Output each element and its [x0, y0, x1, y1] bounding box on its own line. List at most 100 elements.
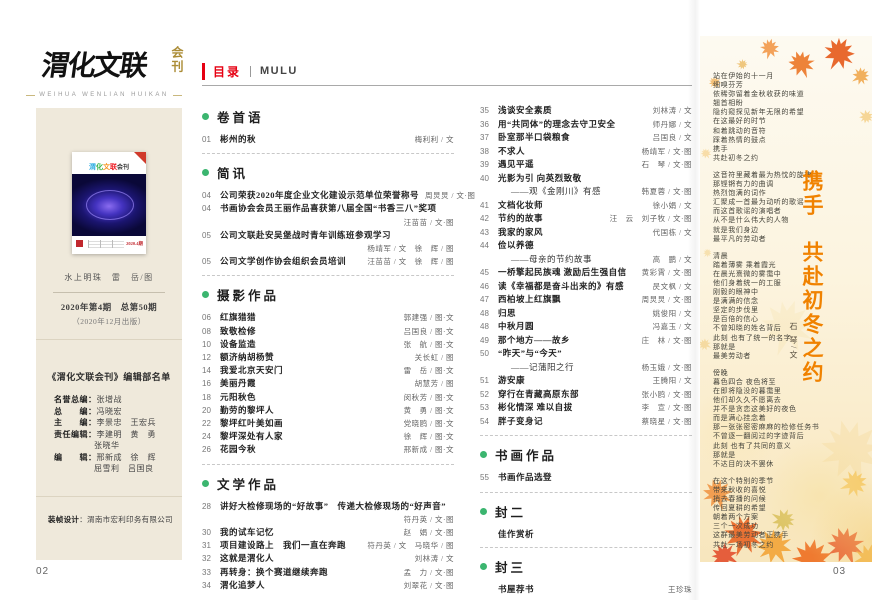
toc-entry: 45一桥擎起民族魂 激励后生强自信黄彩霄 / 文·图 [480, 266, 692, 280]
toc-entry: 20勤劳的黎坪人黄 勇 / 图·文 [202, 404, 454, 417]
entry-author: 赵 娟 / 文·图 [398, 526, 454, 539]
entry-number: 48 [480, 308, 498, 321]
entry-title: 中秋月圆 [498, 320, 534, 333]
poem-line: 朝着两个方案 [713, 513, 819, 522]
entry-number: 38 [480, 146, 498, 159]
toc-entry: 26花园今秋邢新成 / 图·文 [202, 443, 454, 456]
entry-number: 24 [202, 430, 220, 443]
entry-title: 游安康 [498, 374, 525, 387]
entry-title: 书画作品选登 [498, 471, 552, 484]
entry-title: 书画协会会员王丽作品喜获第八届全国“书香三八”奖项 [220, 202, 437, 215]
entry-number: 39 [480, 159, 498, 172]
divider [36, 496, 182, 497]
entry-author: 符丹英 / 文·图 [398, 513, 454, 526]
poem-line: 踩着热情的鼓点 [713, 136, 819, 145]
entry-author: 王腾阳 / 文 [647, 375, 692, 388]
section-title: 封三 [495, 557, 526, 576]
maple-leaf-icon [700, 246, 714, 260]
poem-line: 和着跳动的音符 [713, 127, 819, 136]
cover-photo-glow [86, 190, 134, 220]
entry-author: 韩夏蓉 / 文·图 [636, 186, 692, 199]
poem-line: 带来秋收的喜悦 [713, 486, 819, 495]
poem-stanza: 站在伊始的十一月细嗅芬芳依稀弥留着金秋收获的味道翘首相盼隐约窥探见新年无限的希望… [713, 72, 819, 163]
entry-title: 光影为引 向英烈致敬 [498, 172, 582, 185]
toc-entry: 10设备监造张 航 / 图·文 [202, 338, 454, 351]
editorial-row: 名誉总编：张增战 [36, 394, 182, 406]
toc-title-cn: 目录 [202, 63, 241, 80]
entry-number: 53 [480, 402, 498, 415]
entry-number: 08 [202, 325, 220, 338]
entry-title: 节约的故事 [498, 212, 543, 225]
entry-number: 51 [480, 375, 498, 388]
entry-number: 04 [202, 189, 220, 202]
toc-entry: 38不求人杨靖军 / 文·图 [480, 145, 692, 159]
entry-number: 47 [480, 294, 498, 307]
editorial-role-label: 主 编： [54, 418, 97, 427]
entry-author: 冯嘉玉 / 文 [647, 321, 692, 334]
toc-left-column: 卷首语01彬州的秋梅利利 / 文简讯04公司荣获2020年度企业文化建设示范单位… [202, 104, 454, 600]
entry-number: 37 [480, 132, 498, 145]
section-title: 摄影作品 [217, 285, 279, 304]
poem-line: 不曾逐一翻阅过的字迹背后 [713, 432, 819, 441]
logo-main-text: 渭化文联 [39, 44, 149, 84]
toc-columns: 卷首语01彬州的秋梅利利 / 文简讯04公司荣获2020年度企业文化建设示范单位… [202, 104, 692, 600]
cover-caption-title: 水上明珠 [64, 273, 102, 282]
toc-entry: 34渭化追梦人刘翠花 / 文·图 [202, 579, 454, 592]
poem-line: 传回夏耕的希望 [713, 504, 819, 513]
section-title: 文学作品 [217, 474, 279, 493]
section-heading: 书画作品 [480, 445, 692, 464]
cover-photo [72, 174, 146, 236]
entry-number: 48 [480, 321, 498, 334]
entry-author: 刘翠花 / 文·图 [398, 579, 454, 592]
entry-author: 师丹娜 / 文 [647, 119, 692, 132]
magazine-toc-spread: 渭化文联 会刊 WEIHUA WENLIAN HUIKAN 渭化文联会刊 202… [0, 0, 878, 600]
entry-title: 读《幸福都是奋斗出来的》有感 [498, 280, 624, 293]
toc-entry: 06红旗猎猎郭建强 / 图·文 [202, 311, 454, 324]
entry-number: 34 [202, 579, 220, 592]
entry-title: 西柏坡上红旗飘 [498, 293, 561, 306]
entry-author: 黄 勇 / 图·文 [398, 404, 454, 417]
entry-title: 俭以养德 [498, 239, 534, 252]
section-bullet-icon [202, 113, 209, 120]
section-heading: 文学作品 [202, 474, 454, 493]
editorial-role-label: 名誉总编： [54, 395, 97, 404]
entry-number: 10 [202, 338, 220, 351]
entry-title: 文档化妆师 [498, 199, 543, 212]
entry-number: 35 [480, 105, 498, 118]
entry-author: 郭建强 / 图·文 [398, 311, 454, 324]
entry-author: 高 鹏 / 文 [647, 254, 692, 267]
toc-entry: 46读《幸福都是奋斗出来的》有感昃文枫 / 文 [480, 280, 692, 294]
toc-entry: 55书画作品选登 [480, 471, 692, 485]
entry-number: 31 [202, 539, 220, 552]
poem-line: 他们却久久不愿离去 [713, 396, 819, 405]
entry-title: 不求人 [498, 145, 525, 158]
entry-title: 黎坪深处有人家 [220, 430, 283, 443]
entry-author: 刘林涛 / 文 [647, 105, 692, 118]
entry-author: 蔡晓星 / 文·图 [636, 416, 692, 429]
cover-thumbnail: 渭化文联会刊 2020.4期 [72, 152, 146, 254]
entry-author: 关长虹 / 图 [409, 351, 454, 364]
section-title: 简讯 [217, 163, 248, 182]
entry-title: 元阳秋色 [220, 391, 256, 404]
entry-author: 庄 林 / 文·图 [636, 335, 692, 348]
cover-caption: 水上明珠 雷 岳/图 [36, 272, 182, 283]
entry-number: 20 [202, 404, 220, 417]
entry-number: 50 [480, 348, 498, 361]
section-bullet-icon [202, 480, 209, 487]
entry-title: 红旗猎猎 [220, 311, 256, 324]
toc-entry: 54胖子变身记蔡晓星 / 文·图 [480, 415, 692, 429]
editorial-name: 张增战 [97, 395, 123, 404]
entry-number: 55 [480, 472, 498, 485]
editorial-heading: 《渭化文联会刊》编辑部名单 [36, 370, 182, 383]
entry-number: 42 [480, 213, 498, 226]
cover-issue-tag: 2020.4期 [126, 241, 143, 247]
section-bullet-icon [480, 508, 487, 515]
toc-entry: 04书画协会会员王丽作品喜获第八届全国“书香三八”奖项 [202, 202, 454, 215]
poem-line: 这群最美劳动者正携手 [713, 531, 819, 540]
entry-title: 致敬检修 [220, 325, 256, 338]
entry-title: 公司文学创作协会组织会员培训 [220, 255, 346, 268]
logo-romanized: WEIHUA WENLIAN HUIKAN [26, 92, 182, 98]
section-heading: 简讯 [202, 163, 454, 182]
editorial-row: 总 编：冯晓宏 [36, 406, 182, 418]
entry-title: 我家的家风 [498, 226, 543, 239]
